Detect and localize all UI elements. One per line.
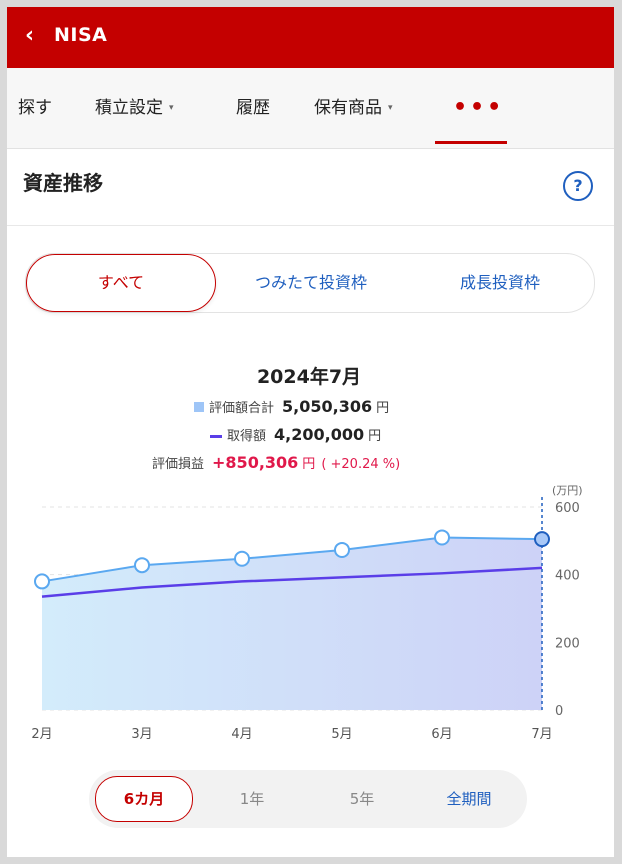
chevron-left-icon[interactable]: ‹ — [25, 23, 34, 49]
x-tick-label: 5月 — [331, 727, 352, 742]
market-value-point — [34, 573, 50, 590]
segment-growth[interactable]: 成長投資枠 — [406, 254, 594, 312]
caret-down-icon: ▾ — [388, 103, 393, 113]
nav-item-holdings[interactable]: 保有商品 ▾ — [314, 68, 393, 148]
caret-down-icon: ▾ — [169, 103, 174, 113]
x-tick-label: 3月 — [131, 727, 152, 742]
market-value-point — [434, 529, 450, 546]
market-value-point — [234, 550, 250, 567]
nav-item-history[interactable]: 履歴 — [236, 68, 270, 148]
y-tick-label: 600 — [555, 501, 580, 516]
asset-chart[interactable]: 0 200 400 600 (万円) 2月 3月 4月 5月 6月 7月 — [7, 477, 614, 747]
market-value-point — [334, 541, 350, 558]
app-header: ‹ NISA — [7, 7, 614, 68]
legend-profit: 評価損益 +850,306 円( +20.24 %) — [152, 453, 401, 472]
range-tab-all[interactable]: 全期間 — [417, 770, 521, 828]
nav-item-savings-settings[interactable]: 積立設定 ▾ — [95, 68, 174, 148]
y-tick-label: 200 — [555, 636, 580, 651]
nav-item-search[interactable]: 探す — [18, 68, 52, 148]
range-tab-6m[interactable]: 6カ月 — [95, 776, 193, 822]
legend-cost: 取得額 4,200,000 円 — [210, 425, 381, 444]
y-tick-label: 0 — [555, 704, 563, 719]
legend-market-value: 評価額合計 5,050,306 円 — [194, 397, 389, 416]
active-tab-indicator — [435, 141, 507, 144]
divider — [7, 225, 614, 226]
x-tick-label: 7月 — [531, 727, 552, 742]
segment-tsumitate[interactable]: つみたて投資枠 — [216, 254, 406, 312]
page-title: NISA — [54, 24, 108, 46]
range-tabs: 6カ月 1年 5年 全期間 — [89, 770, 527, 828]
range-tab-1y[interactable]: 1年 — [207, 770, 297, 828]
more-icon[interactable]: ••• — [453, 68, 504, 148]
account-type-segmented-control: すべて つみたて投資枠 成長投資枠 — [25, 253, 595, 313]
market-value-point — [534, 531, 550, 548]
range-tab-5y[interactable]: 5年 — [317, 770, 407, 828]
top-nav: 探す 積立設定 ▾ 履歴 保有商品 ▾ ••• — [7, 68, 614, 149]
legend-line-icon — [210, 435, 222, 438]
y-axis-unit: (万円) — [552, 484, 583, 497]
app-frame: ‹ NISA 探す 積立設定 ▾ 履歴 保有商品 ▾ ••• 資産推移 ? すべて … — [7, 7, 614, 857]
x-tick-label: 6月 — [431, 727, 452, 742]
x-tick-label: 4月 — [231, 727, 252, 742]
y-tick-label: 400 — [555, 569, 580, 584]
segment-all[interactable]: すべて — [26, 254, 216, 312]
x-tick-label: 2月 — [31, 727, 52, 742]
market-value-point — [134, 557, 150, 574]
selected-period: 2024年7月 — [256, 366, 362, 388]
section-title: 資産推移 — [23, 171, 103, 195]
market-value-area — [42, 537, 542, 710]
help-icon[interactable]: ? — [563, 171, 593, 201]
legend-square-icon — [194, 402, 204, 412]
